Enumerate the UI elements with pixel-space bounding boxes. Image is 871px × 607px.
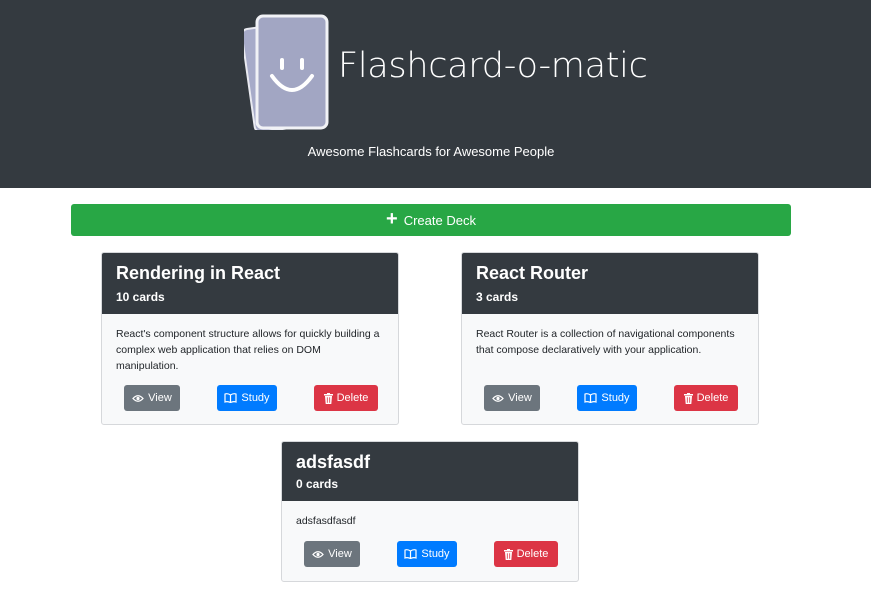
deck-header: adsfasdf 0 cards <box>282 442 578 501</box>
deck-title: Rendering in React <box>116 263 281 283</box>
view-label: View <box>148 392 172 404</box>
study-label: Study <box>241 392 270 404</box>
book-icon <box>224 393 238 403</box>
deck-description: React Router is a collection of navigati… <box>476 328 735 356</box>
app-title: Flashcard-o-matic <box>338 46 648 86</box>
view-label: View <box>328 548 352 560</box>
deck-card: Rendering in React 10 cards React's comp… <box>101 252 399 425</box>
deck-description: adsfasdfasdf <box>296 515 356 527</box>
delete-label: Delete <box>516 548 549 560</box>
eye-icon <box>312 550 325 558</box>
deck-card-count: 10 cards <box>116 290 165 304</box>
trash-icon <box>503 548 513 560</box>
app-tagline: Awesome Flashcards for Awesome People <box>307 144 555 159</box>
deck-header: Rendering in React 10 cards <box>102 253 398 314</box>
book-icon <box>584 393 598 403</box>
view-label: View <box>508 392 532 404</box>
deck-title: React Router <box>476 263 589 283</box>
study-deck-button[interactable]: Study <box>397 541 457 567</box>
eye-icon <box>132 394 145 402</box>
deck-card-count: 3 cards <box>476 290 519 304</box>
deck-card-count: 0 cards <box>296 477 339 491</box>
trash-icon <box>323 392 333 404</box>
deck-title: adsfasdf <box>296 452 371 472</box>
delete-label: Delete <box>336 392 369 404</box>
trash-icon <box>683 392 693 404</box>
view-deck-button[interactable]: View <box>304 541 360 567</box>
delete-deck-button[interactable]: Delete <box>674 385 738 411</box>
study-deck-button[interactable]: Study <box>577 385 637 411</box>
create-deck-label: Create Deck <box>403 212 476 228</box>
create-deck-button[interactable]: + Create Deck <box>71 204 791 236</box>
eye-icon <box>492 394 505 402</box>
site-header: Flashcard-o-matic Awesome Flashcards for… <box>0 0 871 188</box>
smiley-flashcards-logo-icon <box>244 14 329 130</box>
deck-description: React's component structure allows for q… <box>116 328 380 372</box>
deck-card: React Router 3 cards React Router is a c… <box>461 252 759 425</box>
deck-card: adsfasdf 0 cards adsfasdfasdf View Study… <box>281 441 579 582</box>
delete-deck-button[interactable]: Delete <box>494 541 558 567</box>
delete-label: Delete <box>696 392 729 404</box>
deck-header: React Router 3 cards <box>462 253 758 314</box>
study-label: Study <box>421 548 450 560</box>
view-deck-button[interactable]: View <box>484 385 540 411</box>
plus-icon: + <box>386 208 398 230</box>
study-label: Study <box>601 392 630 404</box>
study-deck-button[interactable]: Study <box>217 385 277 411</box>
book-icon <box>404 549 418 559</box>
view-deck-button[interactable]: View <box>124 385 180 411</box>
delete-deck-button[interactable]: Delete <box>314 385 378 411</box>
